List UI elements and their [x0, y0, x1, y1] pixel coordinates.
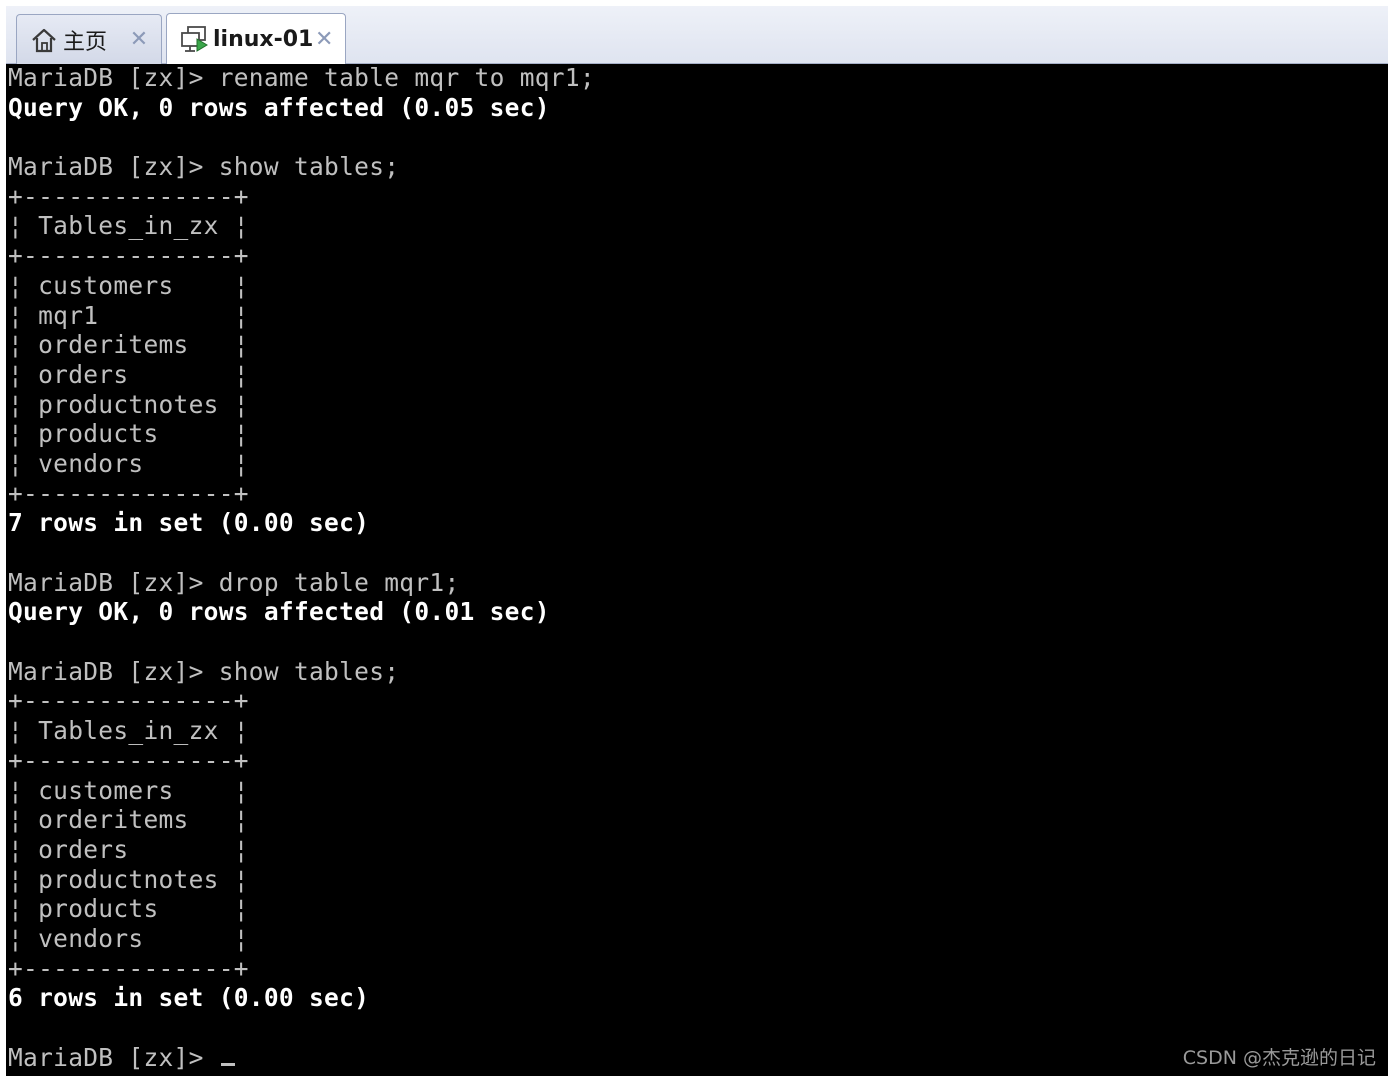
terminal-line: +--------------+ — [8, 478, 249, 508]
close-icon[interactable]: ✕ — [313, 27, 335, 52]
terminal-line: +--------------+ — [8, 745, 249, 775]
tab-linux-01[interactable]: linux-01 ✕ — [166, 13, 346, 65]
terminal-prompt-line[interactable]: MariaDB [zx]> — [8, 1043, 595, 1073]
terminal-line: ¦ orders ¦ — [8, 359, 249, 389]
terminal-line: ¦ orderitems ¦ — [8, 330, 249, 360]
terminal-line: ¦ mqr1 ¦ — [8, 300, 249, 330]
terminal-line: +--------------+ — [8, 181, 249, 211]
terminal-output: MariaDB [zx]> rename table mqr to mqr1; Q… — [8, 64, 595, 1072]
terminal-line: 7 rows in set (0.00 sec) — [8, 508, 370, 538]
tab-bar: 主页 ✕ linux-01 ✕ — [6, 6, 1388, 65]
watermark: CSDN @杰克逊的日记 — [1182, 1047, 1376, 1069]
home-icon — [29, 25, 59, 55]
terminal-prompt: MariaDB [zx]> — [8, 1042, 219, 1072]
tab-linux-01-label: linux-01 — [213, 27, 314, 52]
vm-console-icon — [179, 25, 209, 55]
terminal-line: +--------------+ — [8, 686, 249, 716]
terminal-line: MariaDB [zx]> show tables; — [8, 152, 400, 182]
terminal-line: ¦ vendors ¦ — [8, 923, 249, 953]
terminal-line: ¦ Tables_in_zx ¦ — [8, 716, 249, 746]
tab-home[interactable]: 主页 ✕ — [16, 14, 162, 64]
text-cursor — [220, 1062, 235, 1066]
terminal-line: +--------------+ — [8, 241, 249, 271]
terminal-line: ¦ productnotes ¦ — [8, 389, 249, 419]
terminal-console[interactable]: MariaDB [zx]> rename table mqr to mqr1; Q… — [6, 64, 1388, 1076]
terminal-line: Query OK, 0 rows affected (0.05 sec) — [8, 92, 550, 122]
terminal-line: Query OK, 0 rows affected (0.01 sec) — [8, 597, 550, 627]
terminal-line: +--------------+ — [8, 953, 249, 983]
terminal-line: MariaDB [zx]> rename table mqr to mqr1; — [8, 64, 595, 92]
close-icon[interactable]: ✕ — [127, 27, 151, 52]
terminal-line: ¦ products ¦ — [8, 894, 249, 924]
vmware-window: 主页 ✕ linux-01 ✕ MariaDB [zx]> rename tab… — [0, 0, 1392, 1078]
terminal-line: ¦ orders ¦ — [8, 834, 249, 864]
terminal-line: 6 rows in set (0.00 sec) — [8, 983, 370, 1013]
terminal-line: MariaDB [zx]> drop table mqr1; — [8, 567, 460, 597]
terminal-line: ¦ orderitems ¦ — [8, 805, 249, 835]
terminal-line: ¦ products ¦ — [8, 419, 249, 449]
tab-home-label: 主页 — [63, 29, 108, 55]
terminal-line: ¦ productnotes ¦ — [8, 864, 249, 894]
terminal-line: ¦ customers ¦ — [8, 270, 249, 300]
terminal-line: ¦ customers ¦ — [8, 775, 249, 805]
terminal-line: ¦ Tables_in_zx ¦ — [8, 211, 249, 241]
terminal-line: MariaDB [zx]> show tables; — [8, 656, 400, 686]
terminal-line: ¦ vendors ¦ — [8, 448, 249, 478]
